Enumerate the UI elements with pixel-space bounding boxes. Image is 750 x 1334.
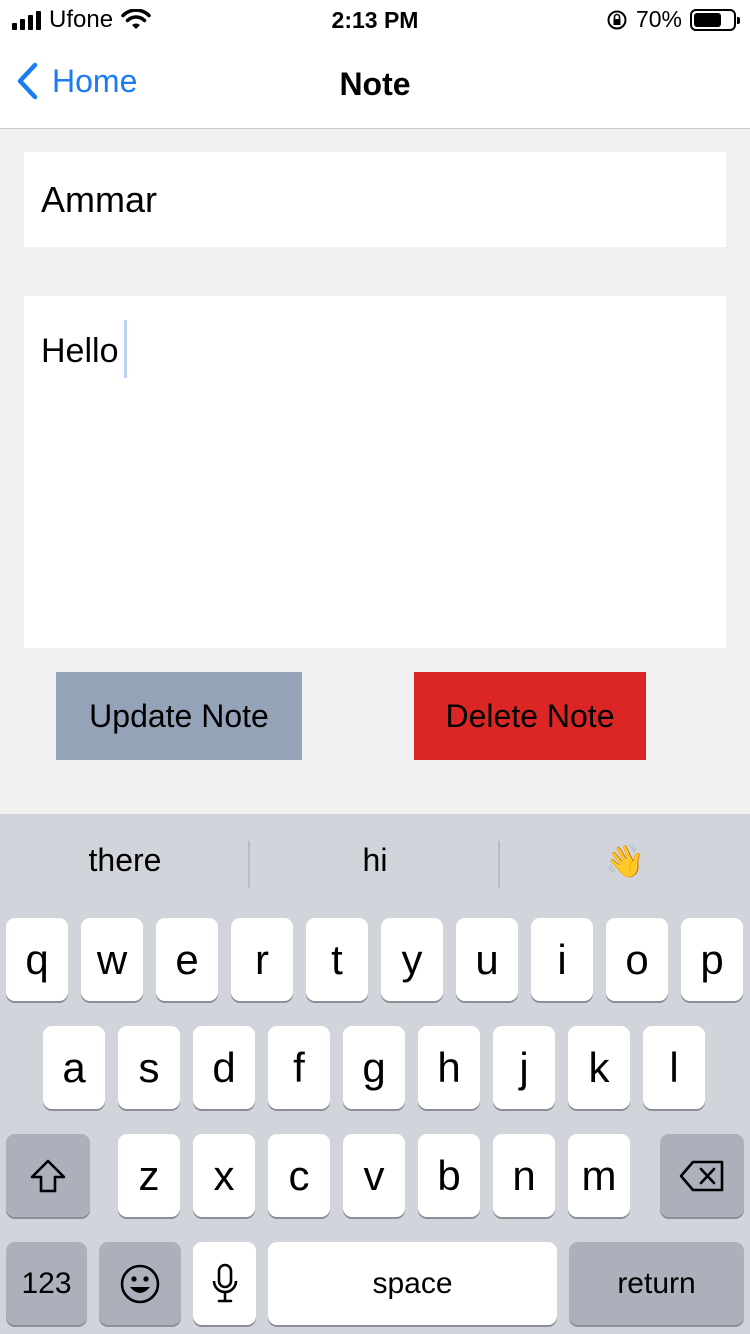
key-x[interactable]: x <box>193 1134 255 1217</box>
suggestion-wave-emoji[interactable]: 👋 <box>500 842 750 880</box>
battery-percent: 70% <box>635 6 682 32</box>
delete-note-button[interactable]: Delete Note <box>414 672 646 760</box>
space-key[interactable]: space <box>268 1242 557 1325</box>
keyboard: there hi 👋 q w e r t y u i o p a s d f g h j k l z x c v b n m 123… <box>0 814 750 1334</box>
note-title-input[interactable]: Ammar <box>24 152 726 247</box>
key-a[interactable]: a <box>43 1026 105 1109</box>
numbers-key[interactable]: 123 <box>6 1242 87 1325</box>
key-y[interactable]: y <box>381 918 443 1001</box>
navigation-bar: Home Note <box>0 40 750 129</box>
key-k[interactable]: k <box>568 1026 630 1109</box>
key-e[interactable]: e <box>156 918 218 1001</box>
key-b[interactable]: b <box>418 1134 480 1217</box>
shift-icon <box>30 1159 66 1192</box>
key-p[interactable]: p <box>681 918 743 1001</box>
emoji-key[interactable] <box>99 1242 181 1325</box>
key-v[interactable]: v <box>343 1134 405 1217</box>
key-h[interactable]: h <box>418 1026 480 1109</box>
text-cursor <box>124 320 128 378</box>
microphone-key[interactable] <box>193 1242 256 1325</box>
key-l[interactable]: l <box>643 1026 705 1109</box>
backspace-key[interactable] <box>660 1134 744 1217</box>
page-title: Note <box>339 66 411 102</box>
key-r[interactable]: r <box>231 918 293 1001</box>
emoji-icon <box>120 1264 160 1303</box>
key-m[interactable]: m <box>568 1134 630 1217</box>
suggestion-hi[interactable]: hi <box>250 842 500 879</box>
update-note-button[interactable]: Update Note <box>56 672 302 760</box>
suggestion-there[interactable]: there <box>0 842 250 879</box>
key-c[interactable]: c <box>268 1134 330 1217</box>
note-body-input[interactable]: Hello <box>24 296 726 648</box>
key-n[interactable]: n <box>493 1134 555 1217</box>
key-f[interactable]: f <box>268 1026 330 1109</box>
return-key[interactable]: return <box>569 1242 744 1325</box>
key-j[interactable]: j <box>493 1026 555 1109</box>
key-w[interactable]: w <box>81 918 143 1001</box>
backspace-icon <box>679 1160 724 1191</box>
status-right: 70% <box>606 6 740 33</box>
key-s[interactable]: s <box>118 1026 180 1109</box>
note-title-value: Ammar <box>41 178 157 220</box>
battery-icon <box>690 8 740 31</box>
key-t[interactable]: t <box>306 918 368 1001</box>
key-d[interactable]: d <box>193 1026 255 1109</box>
suggestion-bar: there hi 👋 <box>0 814 750 914</box>
microphone-icon <box>212 1263 237 1302</box>
key-z[interactable]: z <box>118 1134 180 1217</box>
key-o[interactable]: o <box>606 918 668 1001</box>
shift-key[interactable] <box>6 1134 90 1217</box>
orientation-lock-icon <box>607 10 627 29</box>
key-i[interactable]: i <box>531 918 593 1001</box>
status-bar: Ufone 2:13 PM 70% <box>0 0 750 40</box>
note-body-value: Hello <box>41 331 119 370</box>
key-u[interactable]: u <box>456 918 518 1001</box>
key-g[interactable]: g <box>343 1026 405 1109</box>
key-q[interactable]: q <box>6 918 68 1001</box>
